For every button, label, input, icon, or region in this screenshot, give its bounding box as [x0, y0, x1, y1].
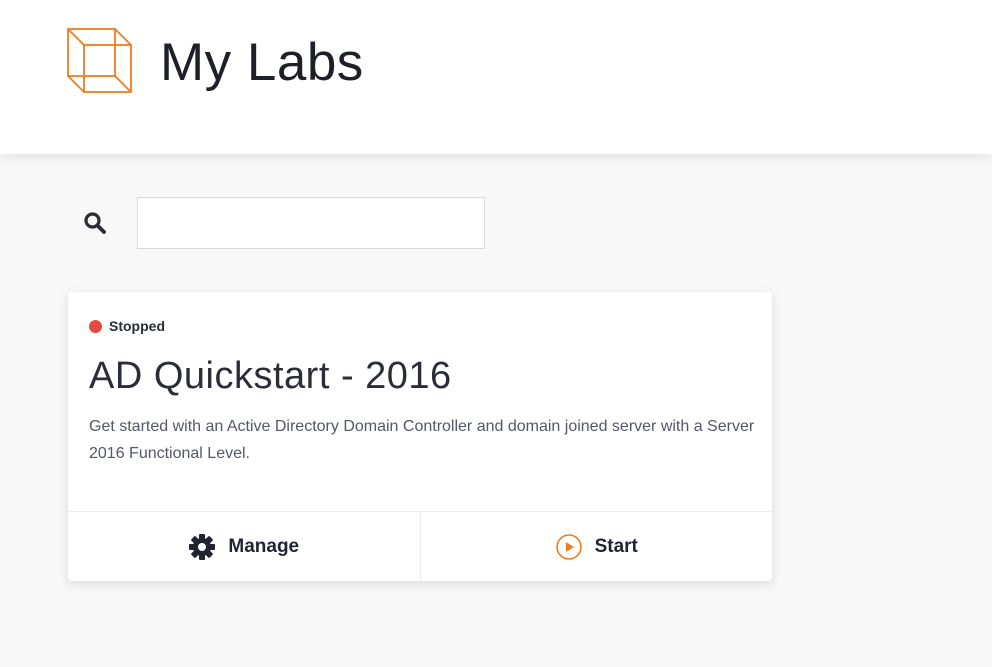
status-badge: Stopped: [89, 316, 165, 336]
lab-title: AD Quickstart - 2016: [89, 355, 452, 397]
card-actions: Manage Start: [68, 511, 772, 581]
play-circle-icon: [555, 533, 583, 561]
wireframe-cube-icon: [67, 28, 132, 93]
gear-icon: [188, 533, 216, 561]
start-button[interactable]: Start: [421, 512, 773, 581]
manage-button-label: Manage: [228, 536, 300, 557]
lab-description: Get started with an Active Directory Dom…: [89, 418, 755, 462]
manage-button[interactable]: Manage: [68, 512, 421, 581]
status-label: Stopped: [109, 318, 165, 334]
search-input[interactable]: [137, 197, 485, 249]
page-title: My Labs: [160, 33, 364, 92]
page-header: My Labs: [0, 0, 992, 154]
lab-card: Stopped AD Quickstart - 2016 Get started…: [68, 292, 772, 581]
start-button-label: Start: [594, 536, 638, 557]
search-icon: [84, 212, 106, 234]
status-dot-icon: [89, 319, 102, 333]
